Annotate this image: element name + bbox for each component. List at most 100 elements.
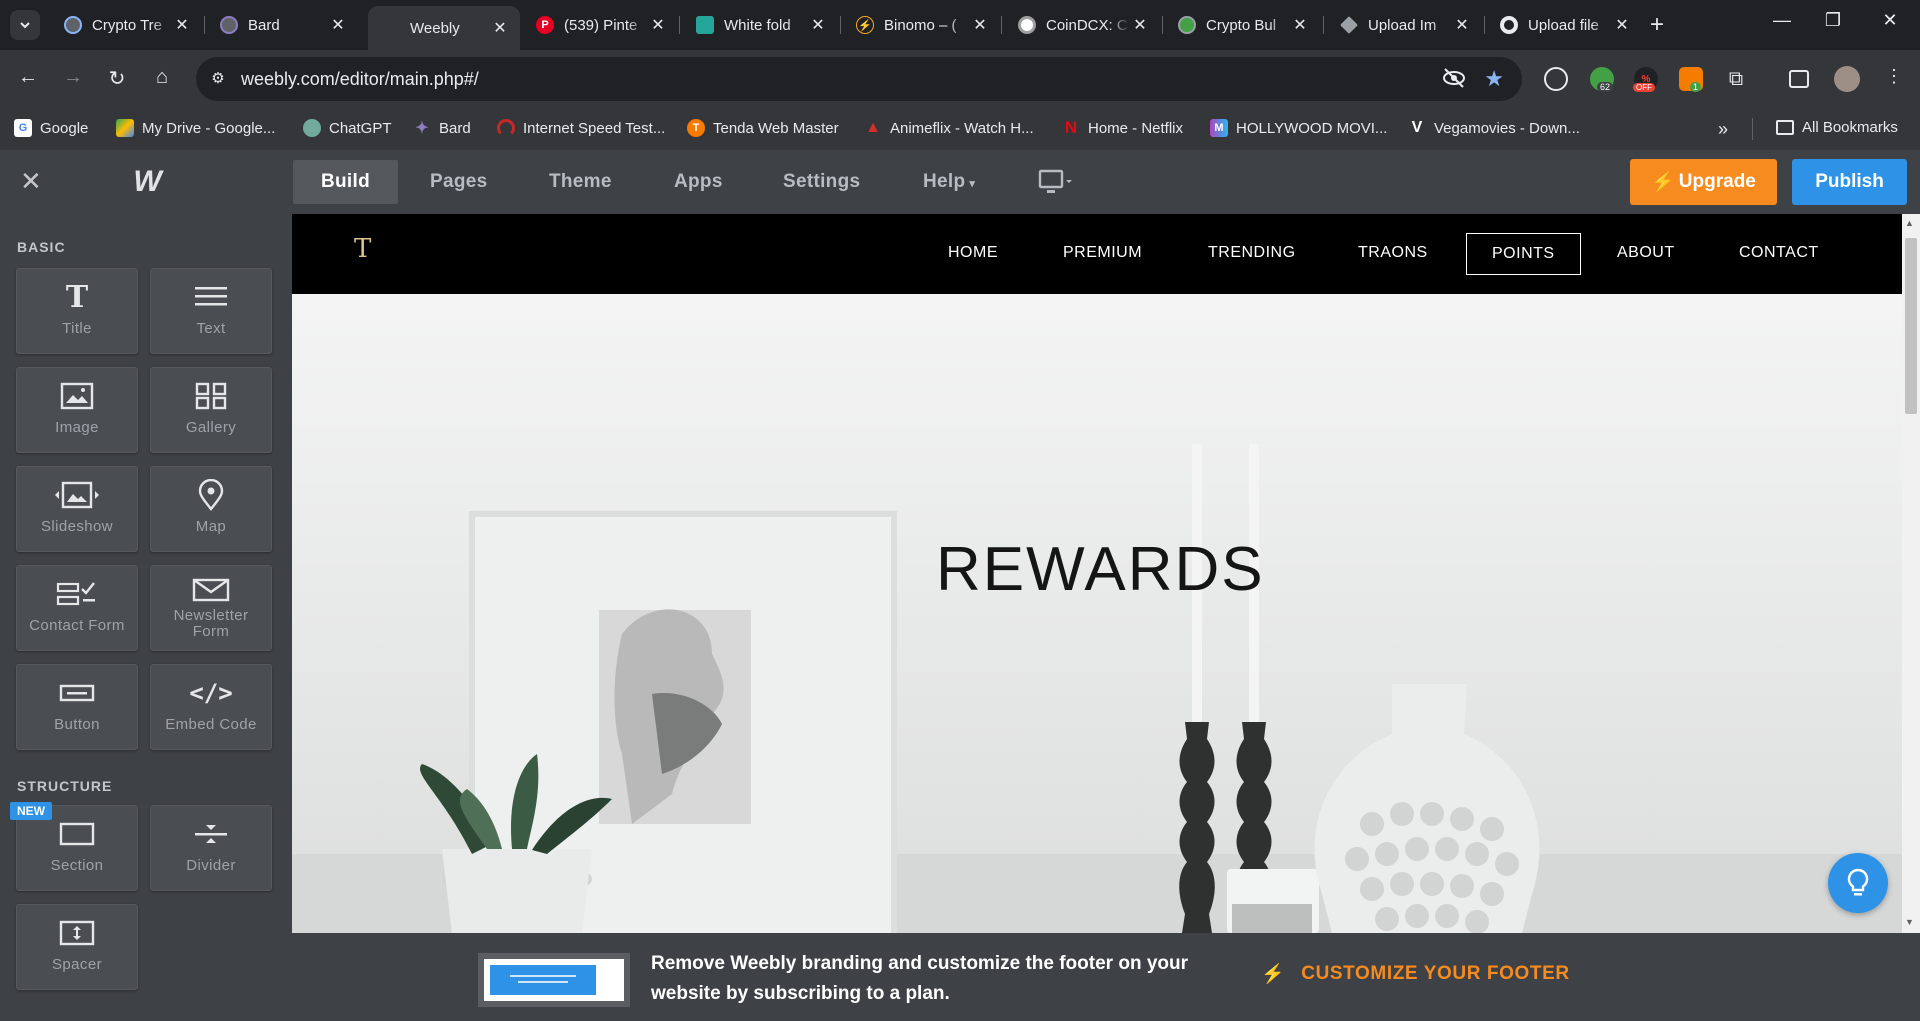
minimize-icon[interactable]: — bbox=[1762, 10, 1802, 31]
close-icon[interactable]: ✕ bbox=[648, 15, 668, 35]
site-nav-home[interactable]: HOME bbox=[948, 244, 998, 262]
back-icon[interactable]: ← bbox=[14, 66, 42, 89]
bookmark-item[interactable]: M HOLLYWOOD MOVI... bbox=[1210, 119, 1387, 137]
element-button[interactable]: Button bbox=[16, 664, 138, 750]
close-icon[interactable]: ✕ bbox=[490, 18, 510, 38]
hero-banner[interactable]: REWARDS bbox=[292, 294, 1902, 933]
bookmark-label: My Drive - Google... bbox=[142, 119, 276, 137]
browser-tab[interactable]: CoinDCX: C ✕ bbox=[1004, 8, 1160, 42]
browser-tab[interactable]: Upload Im ✕ bbox=[1326, 8, 1482, 42]
close-icon[interactable]: ✕ bbox=[1612, 15, 1632, 35]
site-nav-traons[interactable]: TRAONS bbox=[1358, 244, 1428, 262]
forward-icon[interactable]: → bbox=[59, 66, 87, 89]
bookmark-label: Tenda Web Master bbox=[713, 119, 839, 137]
browser-tab[interactable]: Bard ✕ bbox=[206, 8, 358, 42]
eye-off-icon[interactable] bbox=[1442, 67, 1466, 94]
close-icon[interactable]: ✕ bbox=[1452, 15, 1472, 35]
bookmark-item[interactable]: ChatGPT bbox=[303, 119, 392, 137]
tab-settings[interactable]: Settings bbox=[755, 160, 888, 204]
element-divider[interactable]: Divider bbox=[150, 805, 272, 891]
browser-tab[interactable]: White fold ✕ bbox=[682, 8, 838, 42]
site-nav-trending[interactable]: TRENDING bbox=[1208, 244, 1296, 262]
scroll-down-icon[interactable]: ▼ bbox=[1905, 917, 1914, 927]
close-editor-icon[interactable]: ✕ bbox=[20, 168, 42, 194]
close-icon[interactable]: ✕ bbox=[1290, 15, 1310, 35]
element-slideshow[interactable]: Slideshow bbox=[16, 466, 138, 552]
github-icon bbox=[1500, 16, 1518, 34]
url-text[interactable]: weebly.com/editor/main.php#/ bbox=[241, 69, 479, 90]
tab-apps[interactable]: Apps bbox=[646, 160, 751, 204]
scroll-up-icon[interactable]: ▲ bbox=[1905, 218, 1914, 228]
bookmark-label: Bard bbox=[439, 119, 471, 137]
new-tab-icon[interactable]: + bbox=[1650, 11, 1664, 39]
avatar[interactable] bbox=[1834, 66, 1860, 92]
browser-tab[interactable]: ⚡ Binomo – ( ✕ bbox=[842, 8, 1000, 42]
upgrade-button[interactable]: ⚡ Upgrade bbox=[1630, 159, 1777, 205]
publish-button[interactable]: Publish bbox=[1792, 159, 1907, 205]
crypto-icon bbox=[1178, 16, 1196, 34]
lightning-icon: ⚡ bbox=[1651, 172, 1675, 193]
bookmark-item[interactable]: G Google bbox=[14, 119, 88, 137]
all-bookmarks[interactable]: All Bookmarks bbox=[1776, 119, 1898, 136]
browser-tab[interactable]: Upload file ✕ bbox=[1486, 8, 1642, 42]
site-logo[interactable]: T bbox=[354, 234, 371, 264]
element-spacer[interactable]: Spacer bbox=[16, 904, 138, 990]
address-bar[interactable]: ⚙ weebly.com/editor/main.php#/ ★ bbox=[196, 57, 1522, 101]
element-contact-form[interactable]: Contact Form bbox=[16, 565, 138, 651]
element-map[interactable]: Map bbox=[150, 466, 272, 552]
bookmark-item[interactable]: ▲ Animeflix - Watch H... bbox=[864, 119, 1034, 137]
restore-icon[interactable]: ❐ bbox=[1813, 10, 1853, 31]
close-window-icon[interactable]: ✕ bbox=[1870, 10, 1910, 31]
close-icon[interactable]: ✕ bbox=[970, 15, 990, 35]
tab-theme[interactable]: Theme bbox=[521, 160, 640, 204]
browser-tab[interactable]: Crypto Tre ✕ bbox=[50, 8, 202, 42]
element-label: Title bbox=[62, 320, 92, 337]
tab-pages[interactable]: Pages bbox=[402, 160, 515, 204]
customize-footer-link[interactable]: ⚡ CUSTOMIZE YOUR FOOTER bbox=[1261, 962, 1570, 986]
close-icon[interactable]: ✕ bbox=[172, 15, 192, 35]
site-nav-about[interactable]: ABOUT bbox=[1617, 244, 1675, 262]
site-nav-premium[interactable]: PREMIUM bbox=[1063, 244, 1142, 262]
element-gallery[interactable]: Gallery bbox=[150, 367, 272, 453]
site-nav-points[interactable]: POINTS bbox=[1466, 233, 1581, 275]
hero-title[interactable]: REWARDS bbox=[936, 534, 1265, 605]
element-newsletter-form[interactable]: Newsletter Form bbox=[150, 565, 272, 651]
bookmark-item[interactable]: N Home - Netflix bbox=[1062, 118, 1183, 137]
scrollbar-thumb[interactable] bbox=[1905, 238, 1917, 414]
tab-search-button[interactable] bbox=[10, 10, 40, 40]
browser-tab[interactable]: P (539) Pinte ✕ bbox=[522, 8, 678, 42]
bookmark-item[interactable]: V Vegamovies - Down... bbox=[1408, 119, 1580, 137]
lightbulb-help-button[interactable] bbox=[1828, 853, 1888, 913]
bookmark-label: Animeflix - Watch H... bbox=[890, 119, 1034, 137]
bookmark-item[interactable]: My Drive - Google... bbox=[116, 119, 275, 137]
bookmark-divider bbox=[1752, 118, 1753, 140]
element-text[interactable]: Text bbox=[150, 268, 272, 354]
close-icon[interactable]: ✕ bbox=[1130, 15, 1150, 35]
speedometer-icon[interactable] bbox=[1544, 67, 1568, 91]
close-icon[interactable]: ✕ bbox=[808, 15, 828, 35]
site-info-icon[interactable]: ⚙ bbox=[208, 69, 228, 89]
close-icon[interactable]: ✕ bbox=[328, 15, 348, 35]
element-embed-code[interactable]: </> Embed Code bbox=[150, 664, 272, 750]
side-panel-icon[interactable] bbox=[1789, 70, 1809, 88]
element-label: Slideshow bbox=[41, 518, 113, 535]
home-icon[interactable]: ⌂ bbox=[148, 66, 176, 89]
bookmark-item[interactable]: T Tenda Web Master bbox=[687, 119, 839, 137]
weebly-logo[interactable]: W bbox=[128, 166, 164, 198]
reload-icon[interactable]: ↻ bbox=[103, 66, 131, 91]
site-canvas[interactable]: T HOME PREMIUM TRENDING TRAONS POINTS AB… bbox=[292, 214, 1902, 933]
bookmark-item[interactable]: ✦ Bard bbox=[413, 119, 471, 138]
menu-kebab-icon[interactable]: ⋮ bbox=[1880, 66, 1908, 87]
element-title[interactable]: T Title bbox=[16, 268, 138, 354]
browser-tab[interactable]: Crypto Bul ✕ bbox=[1164, 8, 1320, 42]
tab-help[interactable]: Help ▾ bbox=[895, 160, 1003, 204]
site-nav-contact[interactable]: CONTACT bbox=[1739, 244, 1819, 262]
tab-build[interactable]: Build bbox=[293, 160, 398, 204]
more-bookmarks-icon[interactable]: » bbox=[1718, 119, 1728, 140]
browser-tab-active[interactable]: Weebly ✕ bbox=[368, 6, 520, 50]
element-image[interactable]: Image bbox=[16, 367, 138, 453]
bookmark-item[interactable]: Internet Speed Test... bbox=[497, 119, 665, 137]
puzzle-icon[interactable]: ⧉ bbox=[1724, 67, 1748, 91]
bookmark-star-icon[interactable]: ★ bbox=[1484, 66, 1504, 92]
device-preview-icon[interactable] bbox=[1038, 168, 1074, 202]
